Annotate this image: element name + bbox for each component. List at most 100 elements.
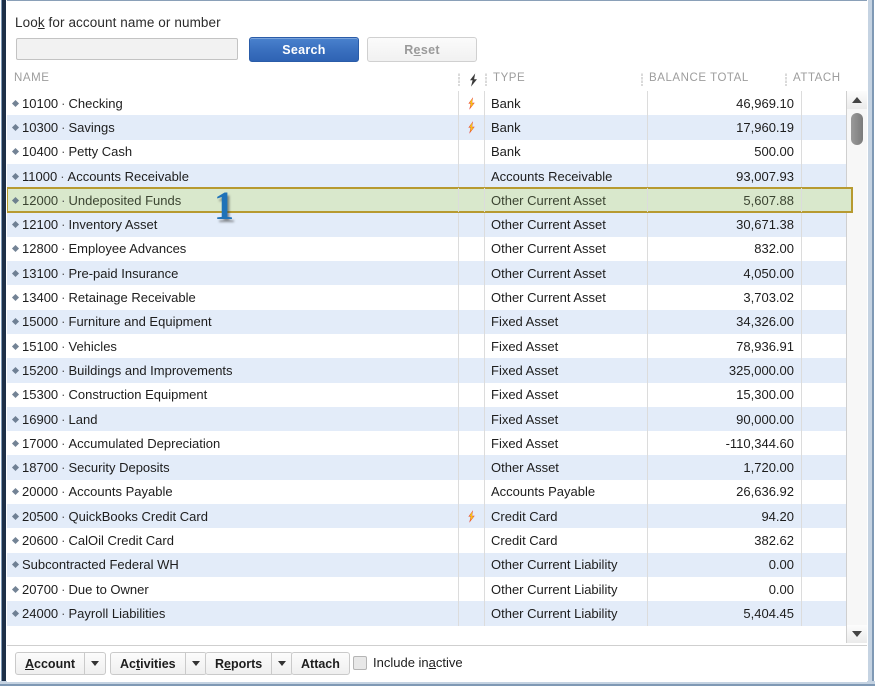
cell-balance-total[interactable]: 382.62	[648, 528, 802, 553]
cell-bank-feed-flag[interactable]	[458, 236, 485, 262]
table-row[interactable]: 12100 · Inventory Asset Other Current Asset…	[7, 212, 852, 237]
cell-balance-total[interactable]: -110,344.60	[648, 431, 802, 456]
cell-account-name[interactable]: 20500 · QuickBooks Credit Card	[7, 504, 458, 528]
cell-attach[interactable]	[802, 261, 852, 285]
cell-account-name[interactable]: 11000 · Accounts Receivable	[7, 164, 458, 188]
cell-balance-total[interactable]: 78,936.91	[648, 333, 802, 359]
cell-account-name[interactable]: 12800 · Employee Advances	[7, 237, 458, 261]
cell-balance-total[interactable]: 94.20	[648, 504, 802, 529]
cell-bank-feed-flag[interactable]	[458, 333, 485, 359]
cell-account-name[interactable]: 20000 · Accounts Payable	[7, 480, 458, 504]
column-header-name[interactable]: NAME	[14, 72, 49, 84]
cell-attach[interactable]	[802, 91, 852, 115]
account-dropdown-button[interactable]	[85, 652, 107, 675]
cell-balance-total[interactable]: 0.00	[648, 552, 802, 577]
cell-account-name[interactable]: 15100 · Vehicles	[7, 334, 458, 358]
cell-attach[interactable]	[802, 553, 852, 577]
table-row[interactable]: 12800 · Employee Advances Other Current Ass…	[7, 236, 852, 262]
table-row[interactable]: 11000 · Accounts Receivable Accounts Receiv…	[7, 163, 852, 189]
cell-attach[interactable]	[802, 504, 852, 528]
cell-account-type[interactable]: Other Asset	[485, 455, 648, 480]
cell-account-type[interactable]: Credit Card	[485, 528, 648, 553]
cell-bank-feed-flag[interactable]	[458, 163, 485, 189]
table-row[interactable]: 24000 · Payroll Liabilities Other Current L…	[7, 601, 852, 626]
scrollbar-thumb[interactable]	[851, 113, 863, 145]
cell-account-name[interactable]: 15000 · Furniture and Equipment	[7, 310, 458, 334]
column-resize-handle-name[interactable]	[458, 73, 460, 86]
cell-balance-total[interactable]: 34,326.00	[648, 309, 802, 334]
scrollbar-track[interactable]	[847, 109, 867, 625]
cell-attach[interactable]	[802, 480, 852, 504]
scroll-up-button[interactable]	[847, 91, 867, 109]
cell-account-name[interactable]: 10100 · Checking	[7, 91, 458, 115]
cell-account-type[interactable]: Bank	[485, 91, 648, 116]
table-row[interactable]: 20700 · Due to Owner Other Current Liabilit…	[7, 576, 852, 602]
vertical-scrollbar[interactable]	[846, 91, 867, 643]
table-row[interactable]: 17000 · Accumulated Depreciation Fixed Asse…	[7, 431, 852, 456]
cell-balance-total[interactable]: 93,007.93	[648, 163, 802, 189]
table-row[interactable]: 16900 · Land Fixed Asset 90,000.00	[7, 406, 852, 432]
table-row[interactable]: 12000 · Undeposited Funds Other Current Ass…	[7, 187, 853, 214]
cell-bank-feed-flag[interactable]	[458, 552, 485, 577]
cell-account-name[interactable]: 12100 · Inventory Asset	[7, 212, 458, 236]
cell-account-type[interactable]: Other Current Asset	[485, 212, 648, 237]
search-input[interactable]	[16, 38, 238, 60]
cell-attach[interactable]	[802, 212, 852, 236]
cell-attach[interactable]	[802, 358, 852, 382]
cell-bank-feed-flag[interactable]	[458, 91, 485, 116]
cell-account-type[interactable]: Other Current Liability	[485, 576, 648, 602]
cell-account-name[interactable]: 20700 · Due to Owner	[7, 577, 458, 601]
cell-bank-feed-flag[interactable]	[458, 358, 485, 383]
cell-attach[interactable]	[802, 310, 852, 334]
cell-account-name[interactable]: 17000 · Accumulated Depreciation	[7, 431, 458, 455]
table-row[interactable]: 10100 · Checking Bank 46,969.10	[7, 91, 852, 116]
cell-account-name[interactable]: 24000 · Payroll Liabilities	[7, 601, 458, 625]
cell-balance-total[interactable]: 1,720.00	[648, 455, 802, 480]
cell-account-type[interactable]: Other Current Asset	[485, 261, 648, 286]
cell-bank-feed-flag[interactable]	[458, 261, 485, 286]
table-row[interactable]: 15200 · Buildings and Improvements Fixed As…	[7, 358, 852, 383]
cell-account-type[interactable]: Other Current Asset	[485, 285, 648, 310]
include-inactive-checkbox[interactable]	[353, 656, 367, 670]
cell-bank-feed-flag[interactable]	[458, 139, 485, 164]
cell-account-type[interactable]: Other Current Asset	[485, 236, 648, 262]
table-row[interactable]: Subcontracted Federal WH Other Current Li…	[7, 552, 852, 577]
include-inactive-label[interactable]: Include inactive	[373, 655, 463, 670]
cell-bank-feed-flag[interactable]	[458, 576, 485, 602]
cell-balance-total[interactable]: 5,404.45	[648, 601, 802, 626]
cell-attach[interactable]	[802, 115, 852, 139]
cell-bank-feed-flag[interactable]	[458, 406, 485, 432]
cell-balance-total[interactable]: 17,960.19	[648, 115, 802, 140]
cell-account-type[interactable]: Other Current Liability	[485, 552, 648, 577]
cell-balance-total[interactable]: 0.00	[648, 576, 802, 602]
account-button[interactable]: Account	[15, 652, 86, 675]
cell-account-type[interactable]: Credit Card	[485, 504, 648, 529]
reports-button[interactable]: Re ports	[205, 652, 273, 675]
activities-button[interactable]: Ac t ivities	[110, 652, 186, 675]
table-row[interactable]: 10400 · Petty Cash Bank 500.00	[7, 139, 852, 164]
table-row[interactable]: 13400 · Retainage Receivable Other Current …	[7, 285, 852, 310]
cell-attach[interactable]	[802, 188, 852, 212]
cell-account-name[interactable]: 15300 · Construction Equipment	[7, 383, 458, 407]
table-row[interactable]: 15300 · Construction Equipment Fixed Asset 1…	[7, 382, 852, 407]
cell-bank-feed-flag[interactable]	[458, 382, 485, 407]
cell-account-type[interactable]: Bank	[485, 115, 648, 140]
cell-balance-total[interactable]: 500.00	[648, 139, 802, 164]
column-resize-handle-bolt[interactable]	[485, 73, 487, 86]
cell-balance-total[interactable]: 90,000.00	[648, 406, 802, 432]
cell-bank-feed-flag[interactable]	[458, 115, 485, 140]
cell-bank-feed-flag[interactable]	[458, 479, 485, 505]
cell-attach[interactable]	[802, 237, 852, 261]
cell-balance-total[interactable]: 26,636.92	[648, 479, 802, 505]
cell-attach[interactable]	[802, 407, 852, 431]
cell-attach[interactable]	[802, 577, 852, 601]
cell-attach[interactable]	[802, 528, 852, 552]
cell-account-name[interactable]: 18700 · Security Deposits	[7, 455, 458, 479]
table-row[interactable]: 20000 · Accounts Payable Accounts Payable 26…	[7, 479, 852, 505]
cell-balance-total[interactable]: 832.00	[648, 236, 802, 262]
table-row[interactable]: 20600 · CalOil Credit Card Credit Card 382.6…	[7, 528, 852, 553]
cell-balance-total[interactable]: 4,050.00	[648, 261, 802, 286]
cell-balance-total[interactable]: 325,000.00	[648, 358, 802, 383]
cell-attach[interactable]	[802, 455, 852, 479]
cell-bank-feed-flag[interactable]	[458, 309, 485, 334]
